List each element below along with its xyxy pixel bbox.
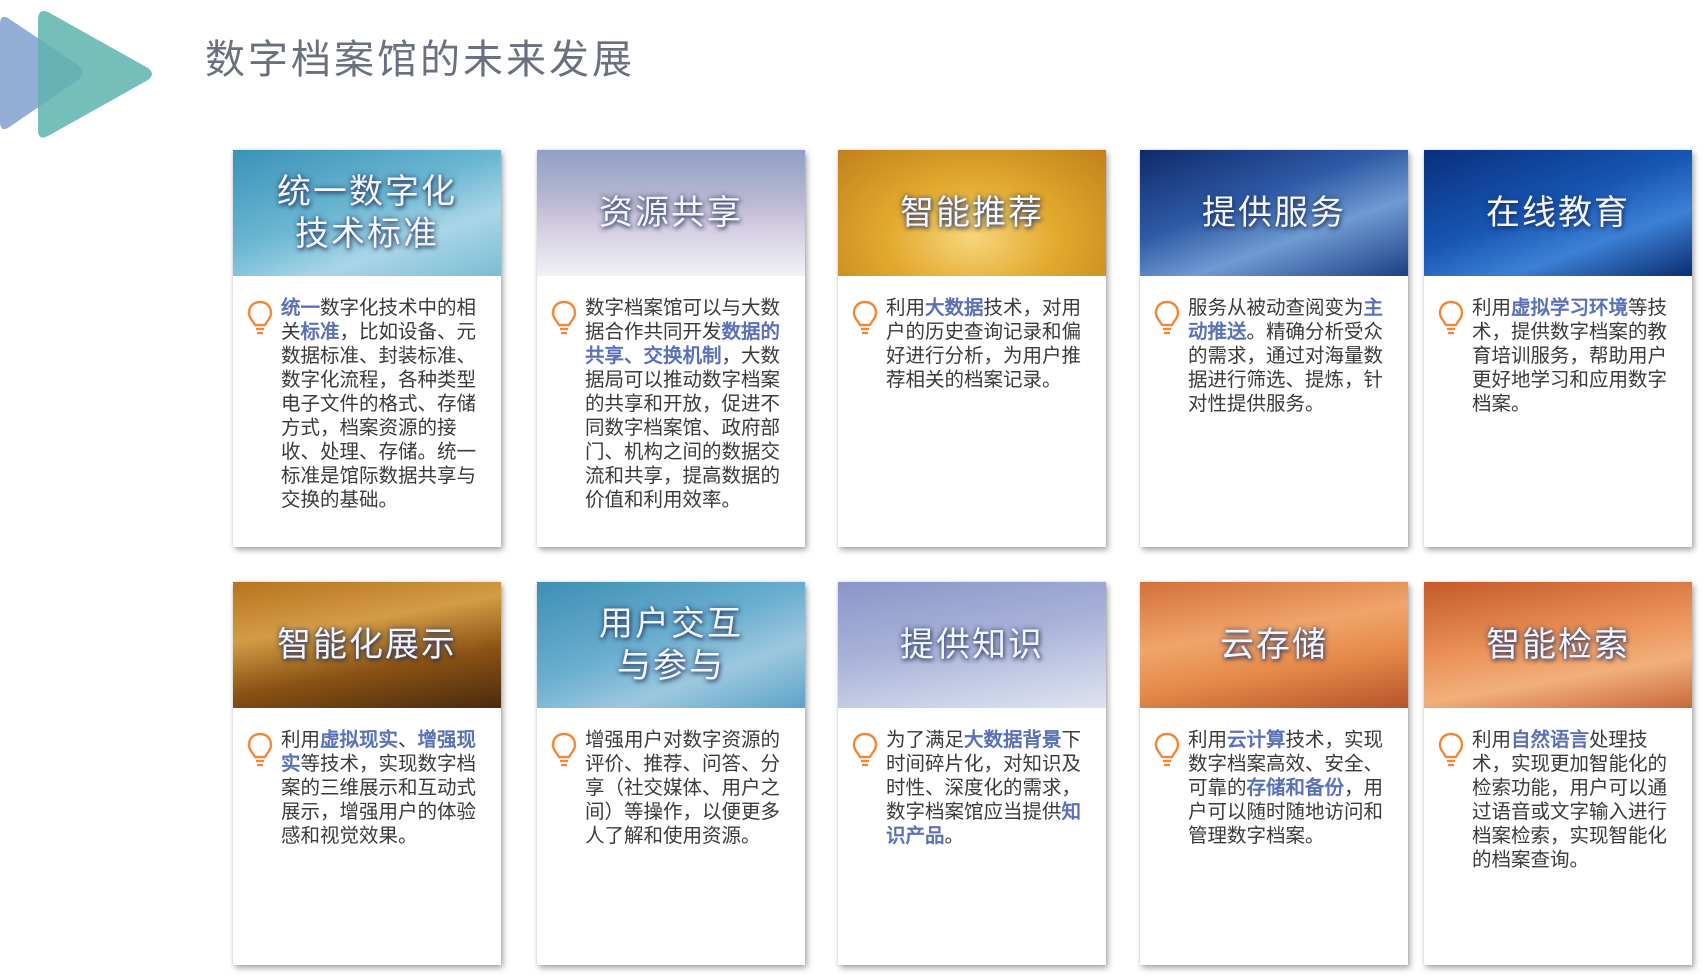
- highlight-text: 虚拟现实: [320, 728, 399, 751]
- card-body: 数字档案馆可以与大数据合作共同开发数据的共享、交换机制，大数据局可以推动数字档案…: [537, 276, 805, 512]
- card-body: 增强用户对数字资源的评价、推荐、问答、分享（社交媒体、用户之间）等操作，以便更多…: [537, 708, 805, 848]
- lightbulb-icon: [852, 732, 878, 767]
- page-title: 数字档案馆的未来发展: [205, 37, 635, 83]
- body-text: 。: [944, 824, 965, 847]
- card-text: 利用虚拟现实、增强现实等技术，实现数字档案的三维展示和互动式展示，增强用户的体验…: [281, 728, 487, 848]
- card-body: 利用虚拟学习环境等技术，提供数字档案的教育培训服务，帮助用户更好地学习和应用数字…: [1424, 276, 1692, 416]
- highlight-text: 云计算: [1227, 728, 1286, 751]
- card-title: 用户交互 与参与: [599, 604, 743, 686]
- card-body: 利用大数据技术，对用户的历史查询记录和偏好进行分析，为用户推荐相关的档案记录。: [838, 276, 1106, 392]
- card-cloud-storage: 云存储 利用云计算技术，实现数字档案高效、安全、可靠的存储和备份，用户可以随时随…: [1140, 582, 1408, 965]
- card-body: 为了满足大数据背景下时间碎片化，对知识及时性、深度化的需求，数字档案馆应当提供知…: [838, 708, 1106, 848]
- lightbulb-icon: [1438, 732, 1464, 767]
- body-text: ，大数据局可以推动数字档案的共享和开放，促进不同数字档案馆、政府部门、机构之间的…: [585, 344, 781, 511]
- card-body: 统一数字化技术中的相关标准，比如设备、元数据标准、封装标准、数字化流程，各种类型…: [233, 276, 501, 512]
- card-title: 在线教育: [1486, 193, 1630, 233]
- card-title: 云存储: [1220, 625, 1328, 665]
- body-text: 服务从被动查阅变为: [1188, 296, 1364, 319]
- body-text: 利用: [281, 728, 321, 751]
- card-unified-standards: 统一数字化 技术标准 统一数字化技术中的相关标准，比如设备、元数据标准、封装标准…: [233, 150, 501, 547]
- card-title: 统一数字化 技术标准: [277, 172, 457, 254]
- card-text: 利用自然语言处理技术，实现更加智能化的检索功能，用户可以通过语音或文字输入进行档…: [1472, 728, 1678, 872]
- card-text: 数字档案馆可以与大数据合作共同开发数据的共享、交换机制，大数据局可以推动数字档案…: [585, 296, 791, 512]
- card-online-education: 在线教育 利用虚拟学习环境等技术，提供数字档案的教育培训服务，帮助用户更好地学习…: [1424, 150, 1692, 547]
- highlight-text: 大数据背景: [964, 728, 1062, 751]
- card-body: 利用自然语言处理技术，实现更加智能化的检索功能，用户可以通过语音或文字输入进行档…: [1424, 708, 1692, 872]
- body-text: 、: [398, 728, 418, 751]
- card-header: 智能推荐: [838, 150, 1106, 276]
- lightbulb-icon: [247, 732, 273, 767]
- body-text: 利用: [1472, 728, 1512, 751]
- lightbulb-icon: [1438, 300, 1464, 335]
- card-title: 智能化展示: [277, 625, 457, 665]
- logo-arrow-icon: [0, 11, 152, 138]
- card-smart-display: 智能化展示 利用虚拟现实、增强现实等技术，实现数字档案的三维展示和互动式展示，增…: [233, 582, 501, 965]
- lightbulb-icon: [852, 300, 878, 335]
- card-header: 提供服务: [1140, 150, 1408, 276]
- body-text: 利用: [886, 296, 926, 319]
- card-text: 统一数字化技术中的相关标准，比如设备、元数据标准、封装标准、数字化流程，各种类型…: [281, 296, 487, 512]
- card-smart-search: 智能检索 利用自然语言处理技术，实现更加智能化的检索功能，用户可以通过语音或文字…: [1424, 582, 1692, 965]
- highlight-text: 自然语言: [1511, 728, 1590, 751]
- lightbulb-icon: [247, 300, 273, 335]
- card-title: 提供服务: [1202, 193, 1346, 233]
- body-text: 为了满足: [886, 728, 965, 751]
- card-text: 服务从被动查阅变为主动推送。精确分析受众的需求，通过对海量数据进行筛选、提炼，针…: [1188, 296, 1394, 416]
- highlight-text: 虚拟学习环境: [1511, 296, 1629, 319]
- body-text: 利用: [1472, 296, 1512, 319]
- highlight-text: 标准: [300, 320, 340, 343]
- body-text: 等技术，实现数字档案的三维展示和互动式展示，增强用户的体验感和视觉效果。: [281, 752, 477, 847]
- lightbulb-icon: [551, 300, 577, 335]
- lightbulb-icon: [1154, 300, 1180, 335]
- card-provide-knowledge: 提供知识 为了满足大数据背景下时间碎片化，对知识及时性、深度化的需求，数字档案馆…: [838, 582, 1106, 965]
- card-header: 提供知识: [838, 582, 1106, 708]
- card-header: 智能检索: [1424, 582, 1692, 708]
- card-header: 统一数字化 技术标准: [233, 150, 501, 276]
- card-title: 资源共享: [599, 193, 743, 233]
- card-header: 云存储: [1140, 582, 1408, 708]
- card-text: 增强用户对数字资源的评价、推荐、问答、分享（社交媒体、用户之间）等操作，以便更多…: [585, 728, 791, 848]
- card-text: 利用大数据技术，对用户的历史查询记录和偏好进行分析，为用户推荐相关的档案记录。: [886, 296, 1092, 392]
- lightbulb-icon: [551, 732, 577, 767]
- body-text: 利用: [1188, 728, 1228, 751]
- card-text: 利用云计算技术，实现数字档案高效、安全、可靠的存储和备份，用户可以随时随地访问和…: [1188, 728, 1394, 848]
- highlight-text: 大数据: [925, 296, 984, 319]
- card-title: 提供知识: [900, 625, 1044, 665]
- card-header: 在线教育: [1424, 150, 1692, 276]
- card-provide-service: 提供服务 服务从被动查阅变为主动推送。精确分析受众的需求，通过对海量数据进行筛选…: [1140, 150, 1408, 547]
- card-title: 智能推荐: [900, 193, 1044, 233]
- card-text: 利用虚拟学习环境等技术，提供数字档案的教育培训服务，帮助用户更好地学习和应用数字…: [1472, 296, 1678, 416]
- card-resource-sharing: 资源共享 数字档案馆可以与大数据合作共同开发数据的共享、交换机制，大数据局可以推…: [537, 150, 805, 547]
- highlight-text: 存储和备份: [1246, 776, 1345, 799]
- card-header: 智能化展示: [233, 582, 501, 708]
- body-text: 增强用户对数字资源的评价、推荐、问答、分享（社交媒体、用户之间）等操作，以便更多…: [585, 728, 781, 847]
- card-body: 利用云计算技术，实现数字档案高效、安全、可靠的存储和备份，用户可以随时随地访问和…: [1140, 708, 1408, 848]
- card-body: 利用虚拟现实、增强现实等技术，实现数字档案的三维展示和互动式展示，增强用户的体验…: [233, 708, 501, 848]
- card-smart-recommend: 智能推荐 利用大数据技术，对用户的历史查询记录和偏好进行分析，为用户推荐相关的档…: [838, 150, 1106, 547]
- body-text: ，比如设备、元数据标准、封装标准、数字化流程，各种类型电子文件的格式、存储方式，…: [281, 320, 477, 511]
- highlight-text: 统一: [281, 296, 321, 319]
- lightbulb-icon: [1154, 732, 1180, 767]
- card-body: 服务从被动查阅变为主动推送。精确分析受众的需求，通过对海量数据进行筛选、提炼，针…: [1140, 276, 1408, 416]
- card-text: 为了满足大数据背景下时间碎片化，对知识及时性、深度化的需求，数字档案馆应当提供知…: [886, 728, 1092, 848]
- card-header: 用户交互 与参与: [537, 582, 805, 708]
- card-header: 资源共享: [537, 150, 805, 276]
- card-title: 智能检索: [1486, 625, 1630, 665]
- card-user-interaction: 用户交互 与参与 增强用户对数字资源的评价、推荐、问答、分享（社交媒体、用户之间…: [537, 582, 805, 965]
